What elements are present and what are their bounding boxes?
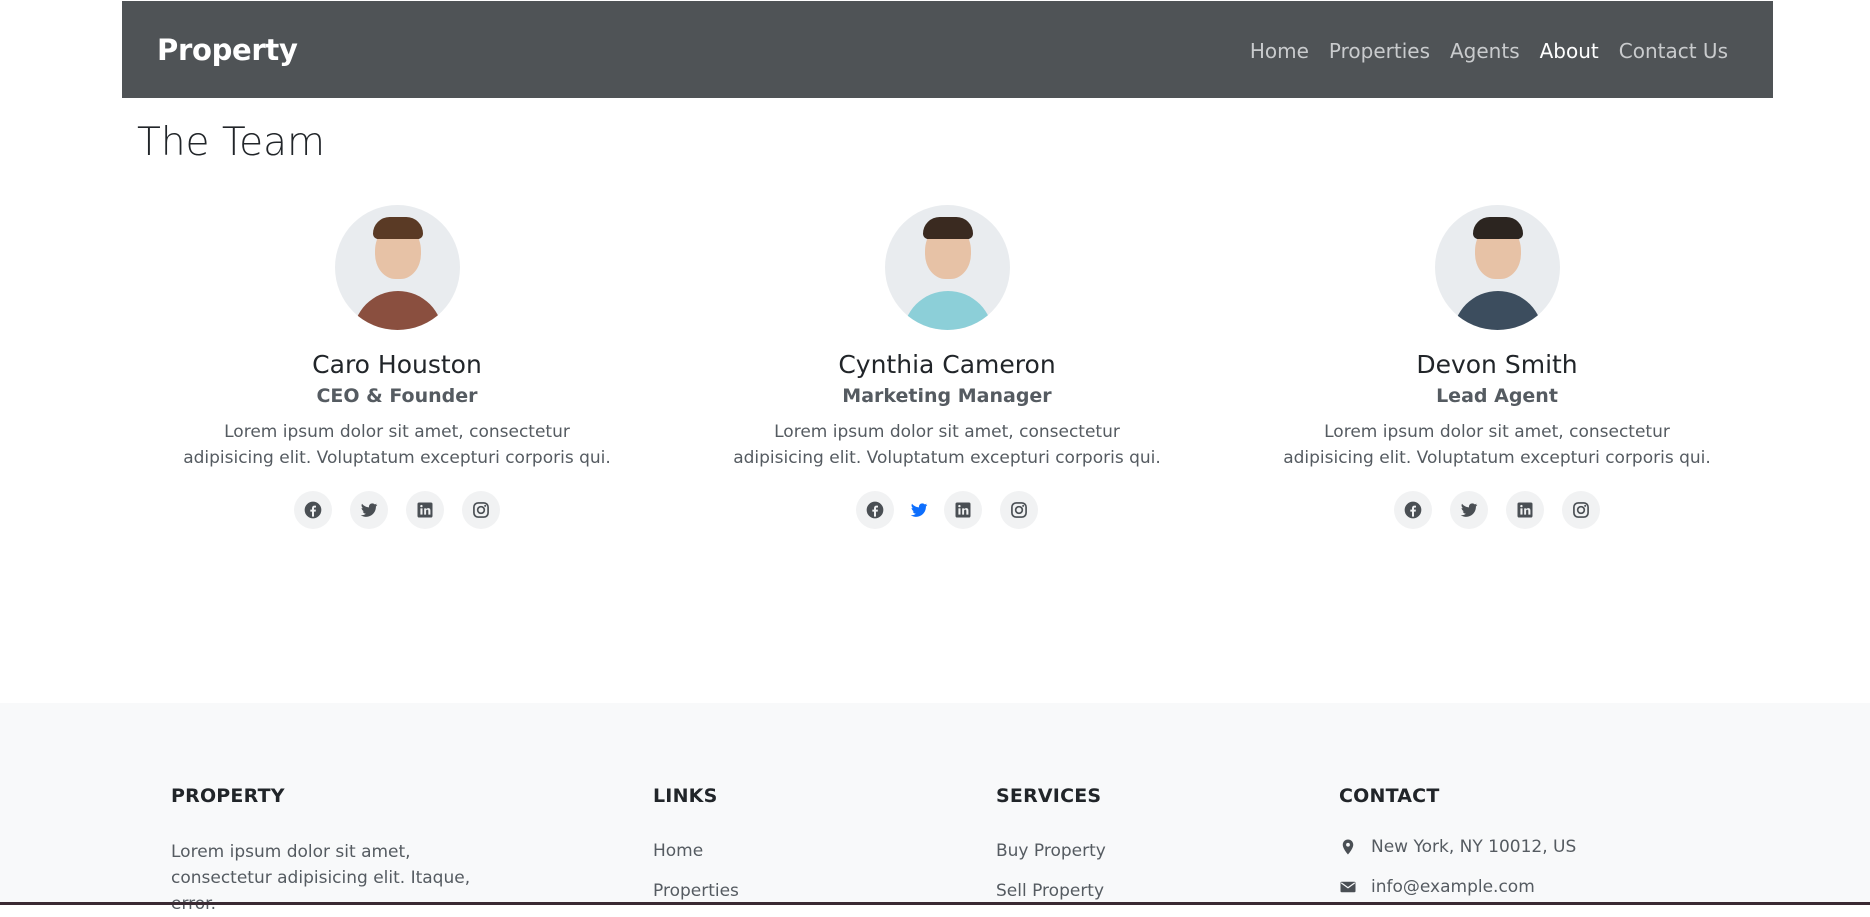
social-links bbox=[137, 491, 657, 529]
footer-link-home[interactable]: Home bbox=[653, 841, 739, 861]
team-card: Cynthia Cameron Marketing Manager Lorem … bbox=[687, 205, 1207, 529]
twitter-icon[interactable] bbox=[900, 491, 938, 529]
linkedin-icon[interactable] bbox=[944, 491, 982, 529]
footer-property: PROPERTY Lorem ipsum dolor sit amet, con… bbox=[171, 785, 501, 917]
member-role: CEO & Founder bbox=[316, 385, 478, 407]
member-description: Lorem ipsum dolor sit amet, consectetur … bbox=[733, 422, 1161, 468]
social-links bbox=[1237, 491, 1757, 529]
section-title: The Team bbox=[137, 120, 326, 165]
brand-logo[interactable]: Property bbox=[157, 33, 298, 67]
member-role: Marketing Manager bbox=[842, 385, 1052, 407]
facebook-icon[interactable] bbox=[294, 491, 332, 529]
footer: PROPERTY Lorem ipsum dolor sit amet, con… bbox=[0, 703, 1870, 914]
nav-link-home[interactable]: Home bbox=[1250, 39, 1309, 63]
navbar: Property Home Properties Agents About Co… bbox=[122, 1, 1773, 98]
team-card: Caro Houston CEO & Founder Lorem ipsum d… bbox=[137, 205, 657, 529]
social-links bbox=[687, 491, 1207, 529]
instagram-icon[interactable] bbox=[1562, 491, 1600, 529]
nav-link-properties[interactable]: Properties bbox=[1329, 39, 1430, 63]
footer-links: LINKS Home Properties bbox=[653, 785, 739, 901]
member-description: Lorem ipsum dolor sit amet, consectetur … bbox=[183, 422, 611, 468]
map-pin-icon bbox=[1342, 839, 1354, 855]
nav-link-about[interactable]: About bbox=[1540, 39, 1599, 63]
footer-about-text: Lorem ipsum dolor sit amet, consectetur … bbox=[171, 842, 471, 914]
contact-address: New York, NY 10012, US bbox=[1339, 837, 1576, 857]
member-role: Lead Agent bbox=[1436, 385, 1558, 407]
member-description: Lorem ipsum dolor sit amet, consectetur … bbox=[1283, 422, 1711, 468]
member-name: Cynthia Cameron bbox=[838, 350, 1056, 379]
member-name: Devon Smith bbox=[1416, 350, 1578, 379]
envelope-icon bbox=[1340, 881, 1356, 893]
footer-contact: CONTACT New York, NY 10012, US info@exam… bbox=[1339, 785, 1576, 897]
footer-heading: PROPERTY bbox=[171, 785, 285, 807]
footer-link-buy-property[interactable]: Buy Property bbox=[996, 841, 1106, 861]
nav-link-agents[interactable]: Agents bbox=[1450, 39, 1520, 63]
avatar bbox=[334, 205, 460, 330]
twitter-icon[interactable] bbox=[350, 491, 388, 529]
team-card: Devon Smith Lead Agent Lorem ipsum dolor… bbox=[1237, 205, 1757, 529]
member-name: Caro Houston bbox=[312, 350, 482, 379]
avatar bbox=[884, 205, 1010, 330]
footer-link-properties[interactable]: Properties bbox=[653, 881, 739, 901]
footer-link-sell-property[interactable]: Sell Property bbox=[996, 881, 1106, 901]
contact-email-text[interactable]: info@example.com bbox=[1371, 877, 1535, 897]
contact-address-text: New York, NY 10012, US bbox=[1371, 837, 1577, 857]
avatar bbox=[1434, 205, 1560, 330]
footer-heading: SERVICES bbox=[996, 785, 1102, 807]
footer-services: SERVICES Buy Property Sell Property bbox=[996, 785, 1106, 901]
footer-heading: CONTACT bbox=[1339, 785, 1440, 807]
facebook-icon[interactable] bbox=[856, 491, 894, 529]
linkedin-icon[interactable] bbox=[406, 491, 444, 529]
nav-links: Home Properties Agents About Contact Us bbox=[1250, 39, 1728, 63]
twitter-icon[interactable] bbox=[1450, 491, 1488, 529]
footer-heading: LINKS bbox=[653, 785, 718, 807]
instagram-icon[interactable] bbox=[1000, 491, 1038, 529]
instagram-icon[interactable] bbox=[462, 491, 500, 529]
linkedin-icon[interactable] bbox=[1506, 491, 1544, 529]
nav-link-contact[interactable]: Contact Us bbox=[1619, 39, 1728, 63]
facebook-icon[interactable] bbox=[1394, 491, 1432, 529]
contact-email[interactable]: info@example.com bbox=[1339, 877, 1576, 897]
